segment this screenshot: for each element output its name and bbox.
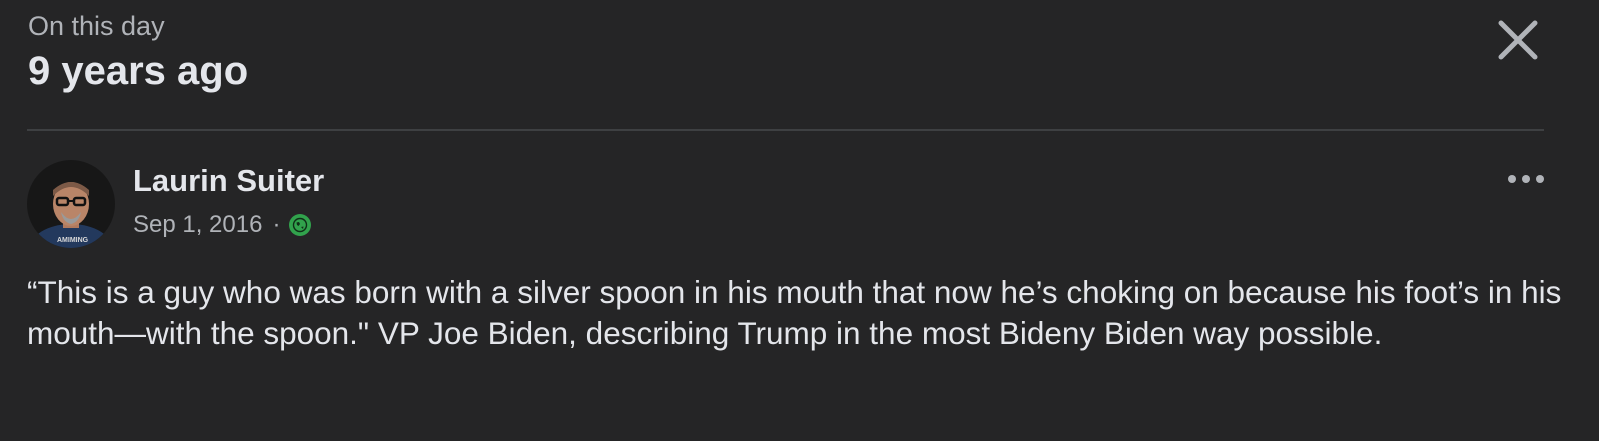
public-globe-icon[interactable] <box>288 213 312 237</box>
memory-header: On this day 9 years ago <box>28 8 248 96</box>
post-meta: Sep 1, 2016 · <box>133 208 312 242</box>
author-name[interactable]: Laurin Suiter <box>133 162 324 200</box>
close-button[interactable] <box>1490 12 1546 68</box>
memory-subtitle: On this day <box>28 11 165 41</box>
close-x-icon <box>1498 20 1538 60</box>
svg-text:AMIMING: AMIMING <box>57 237 89 244</box>
more-options-icon <box>1508 175 1544 183</box>
more-options-button[interactable] <box>1502 162 1550 196</box>
meta-separator: · <box>272 211 281 238</box>
author-avatar[interactable]: AMIMING <box>27 160 115 248</box>
post-body: “This is a guy who was born with a silve… <box>27 274 1562 351</box>
memory-title: 9 years ago <box>28 49 249 93</box>
header-divider <box>27 129 1544 131</box>
post-date[interactable]: Sep 1, 2016 <box>133 208 262 242</box>
